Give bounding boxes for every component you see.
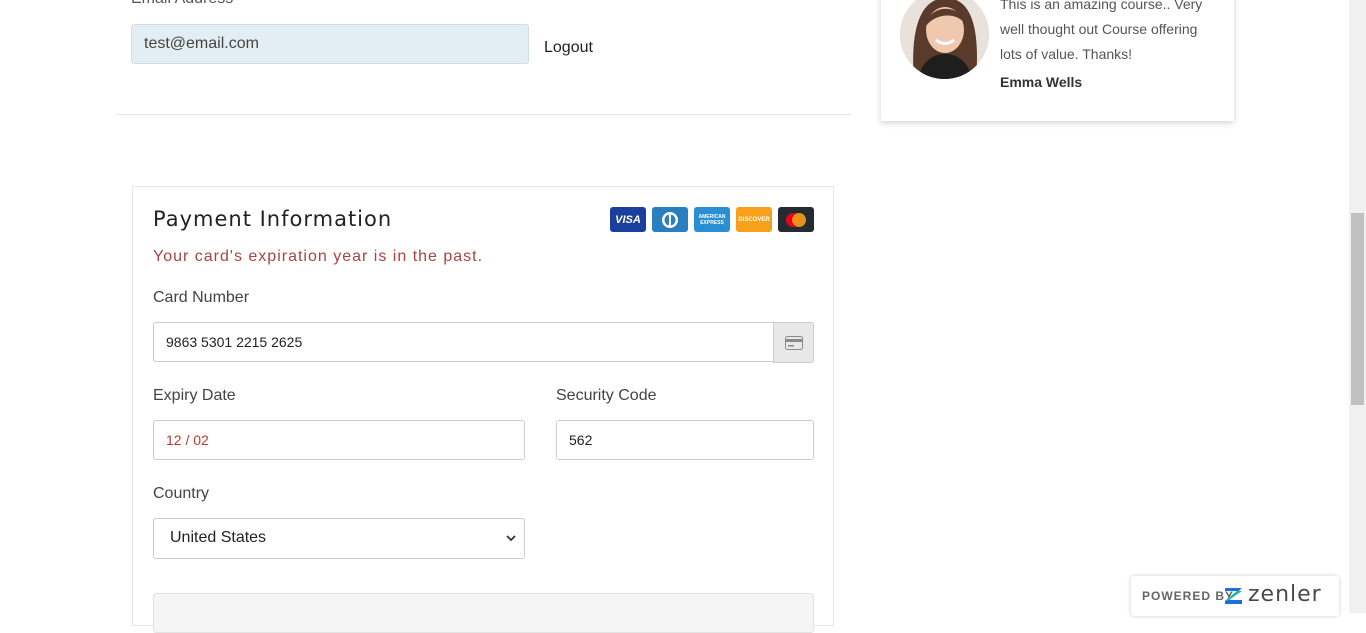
email-label: Email Address xyxy=(131,0,233,8)
expiry-input[interactable]: 12 / 02 xyxy=(153,420,525,460)
zenler-logo-icon xyxy=(1225,588,1242,604)
country-select-value: United States xyxy=(170,529,267,546)
email-field[interactable]: test@email.com xyxy=(131,24,529,64)
error-message: Your card's expiration year is in the pa… xyxy=(153,248,484,265)
amex-icon: AMERICAN EXPRESS xyxy=(694,207,730,232)
diners-icon xyxy=(652,207,688,232)
mastercard-icon xyxy=(778,207,814,232)
card-number-label: Card Number xyxy=(153,289,250,306)
expiry-label: Expiry Date xyxy=(153,387,236,404)
discover-icon: DISCOVER xyxy=(736,207,772,232)
scrollbar-thumb[interactable] xyxy=(1351,213,1364,405)
card-number-input[interactable]: 9863 5301 2215 2625 xyxy=(153,322,774,362)
testimonial-quote: This is an amazing course.. Very well th… xyxy=(1000,0,1203,62)
page-title: Payment Information xyxy=(153,207,393,231)
visa-icon: VISA xyxy=(610,207,646,232)
card-type-button[interactable] xyxy=(773,322,814,363)
powered-by-text: POWERED BY xyxy=(1142,589,1235,603)
order-summary-box xyxy=(153,593,814,633)
payment-panel: Payment Information VISA AMERICAN EXPRES… xyxy=(132,186,834,633)
testimonial-author: Emma Wells xyxy=(1000,74,1083,90)
security-code-label: Security Code xyxy=(556,387,657,404)
chevron-down-icon xyxy=(506,535,516,542)
logout-link[interactable]: Logout xyxy=(544,39,593,57)
security-code-input[interactable]: 562 xyxy=(556,420,814,460)
country-select[interactable]: United States xyxy=(153,518,525,559)
country-label: Country xyxy=(153,485,210,502)
powered-by-badge[interactable]: POWERED BY zenler xyxy=(1131,576,1339,616)
card-icons: VISA AMERICAN EXPRESS DISCOVER xyxy=(610,207,814,232)
credit-card-icon xyxy=(784,335,803,350)
section-divider xyxy=(116,114,851,115)
avatar xyxy=(900,0,989,79)
testimonial-card: This is an amazing course.. Very well th… xyxy=(881,0,1234,121)
brand-name: zenler xyxy=(1248,582,1322,607)
